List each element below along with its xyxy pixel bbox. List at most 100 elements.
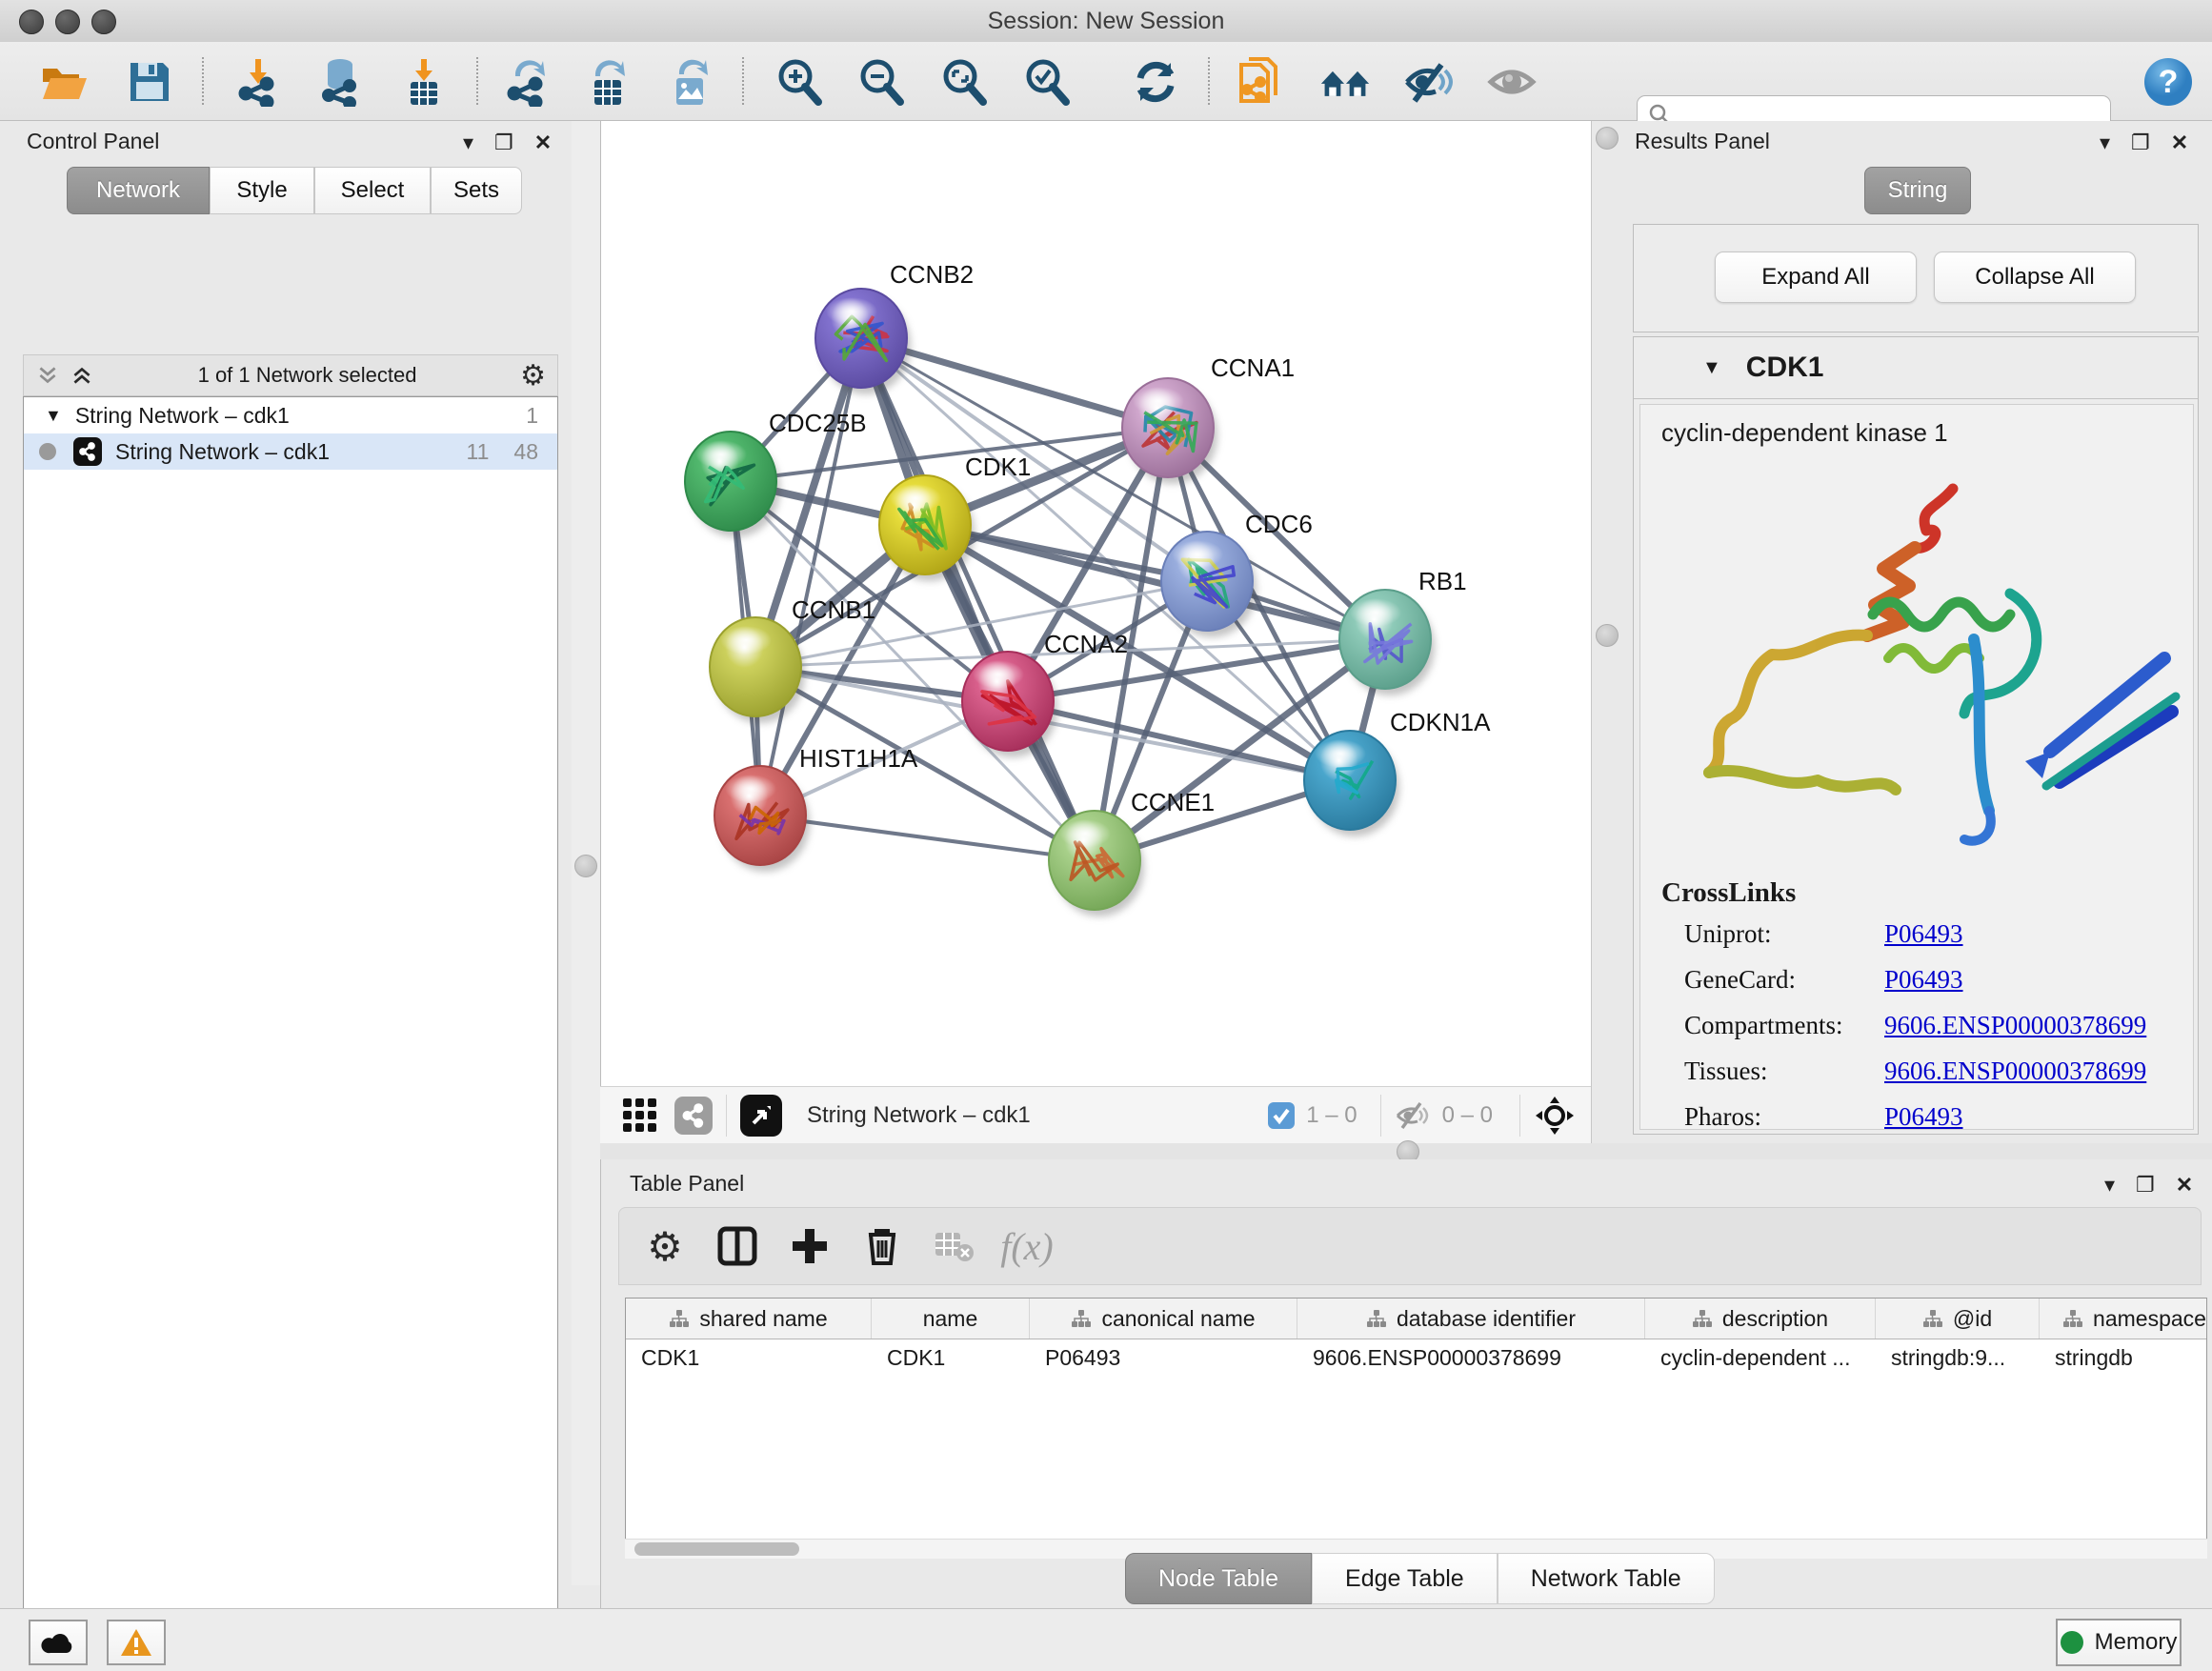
hide-selected-icon[interactable] — [1402, 56, 1454, 108]
selected-checkbox-icon[interactable] — [1266, 1100, 1297, 1131]
protein-structure-image — [1650, 472, 2183, 853]
panel-menu-icon[interactable]: ▾ — [2104, 1175, 2115, 1196]
close-panel-icon[interactable]: ✕ — [2171, 132, 2188, 153]
home-icon[interactable] — [1319, 56, 1371, 108]
zoom-fit-icon[interactable] — [938, 56, 990, 108]
toolbar-separator — [1208, 57, 1210, 105]
close-panel-icon[interactable]: ✕ — [2176, 1175, 2193, 1196]
refresh-icon[interactable] — [1130, 56, 1181, 108]
show-columns-icon[interactable] — [711, 1219, 764, 1273]
hidden-eye-icon[interactable] — [1395, 1100, 1429, 1131]
crosslink-link[interactable]: 9606.ENSP00000378699 — [1884, 1057, 2146, 1086]
warning-icon — [120, 1628, 152, 1657]
crosslink-link[interactable]: P06493 — [1884, 965, 1963, 995]
network-canvas[interactable]: CCNB2CCNA1CDC25BCDK1CDC6RB1CCNB1CCNA2CDK… — [600, 121, 1592, 1086]
grid-view-icon[interactable] — [621, 1097, 659, 1135]
birdseye-view-icon[interactable] — [740, 1095, 782, 1137]
tab-network-table[interactable]: Network Table — [1498, 1553, 1715, 1604]
close-panel-icon[interactable]: ✕ — [534, 132, 552, 153]
gene-description: cyclin-dependent kinase 1 — [1661, 418, 2193, 448]
network-node-CDK1[interactable]: CDK1 — [879, 453, 1031, 581]
column-header-@id[interactable]: @id — [1876, 1299, 2040, 1339]
node-label-CCNA1: CCNA1 — [1211, 353, 1295, 382]
open-session-icon[interactable] — [38, 56, 90, 108]
splitter-handle[interactable] — [1596, 624, 1619, 647]
crosslink-row: Tissues:9606.ENSP00000378699 — [1684, 1057, 2180, 1086]
network-node-CCNE1[interactable]: CCNE1 — [1049, 788, 1215, 916]
add-column-icon[interactable] — [783, 1219, 836, 1273]
panel-menu-icon[interactable]: ▾ — [463, 132, 473, 153]
gene-section-header[interactable]: ▼ CDK1 — [1634, 337, 2198, 399]
crosslink-label: Uniprot: — [1684, 919, 1884, 949]
crosslink-link[interactable]: 9606.ENSP00000378699 — [1884, 1011, 2146, 1040]
network-row[interactable]: String Network – cdk1 11 48 — [24, 433, 557, 470]
zoom-in-icon[interactable] — [774, 56, 825, 108]
collapse-arrow-icon[interactable]: ▼ — [45, 406, 62, 426]
export-table-icon[interactable] — [582, 56, 633, 108]
export-image-icon[interactable] — [664, 56, 715, 108]
splitter-handle[interactable] — [1596, 127, 1619, 150]
import-network-database-icon[interactable] — [314, 56, 366, 108]
export-network-icon[interactable] — [502, 56, 553, 108]
column-header-shared-name[interactable]: shared name — [626, 1299, 872, 1339]
tab-network[interactable]: Network — [67, 167, 210, 214]
tab-sets[interactable]: Sets — [431, 167, 522, 214]
gene-details: cyclin-dependent kinase 1 — [1639, 404, 2194, 1130]
delete-column-icon[interactable] — [855, 1219, 909, 1273]
expand-all-button[interactable]: Expand All — [1715, 252, 1917, 303]
crosslink-link[interactable]: P06493 — [1884, 919, 1963, 949]
splitter-handle[interactable] — [574, 855, 597, 877]
crosslink-label: Compartments: — [1684, 1011, 1884, 1040]
tab-edge-table[interactable]: Edge Table — [1312, 1553, 1498, 1604]
column-header-description[interactable]: description — [1645, 1299, 1876, 1339]
tab-select[interactable]: Select — [314, 167, 431, 214]
network-collection-row[interactable]: ▼ String Network – cdk1 1 — [24, 397, 557, 433]
panel-menu-icon[interactable]: ▾ — [2100, 132, 2110, 153]
network-node-CCNB2[interactable]: CCNB2 — [815, 260, 974, 394]
zoom-out-icon[interactable] — [855, 56, 907, 108]
cloud-button[interactable] — [29, 1620, 88, 1665]
network-node-CCNA1[interactable]: CCNA1 — [1122, 353, 1295, 484]
table-header-row[interactable]: shared namenamecanonical namedatabase id… — [626, 1299, 2206, 1339]
crosslink-label: Tissues: — [1684, 1057, 1884, 1086]
column-header-namespace[interactable]: namespace — [2040, 1299, 2207, 1339]
string-import-icon[interactable] — [1235, 56, 1286, 108]
gear-icon[interactable]: ⚙ — [520, 359, 546, 393]
collapse-arrow-icon[interactable]: ▼ — [1702, 357, 1721, 379]
tab-node-table[interactable]: Node Table — [1125, 1553, 1312, 1604]
memory-button[interactable]: Memory — [2056, 1619, 2182, 1666]
zoom-selected-icon[interactable] — [1021, 56, 1073, 108]
left-splitter[interactable] — [572, 121, 600, 1585]
import-network-file-icon[interactable] — [233, 56, 285, 108]
column-header-name[interactable]: name — [872, 1299, 1030, 1339]
import-table-icon[interactable] — [398, 56, 450, 108]
tab-style[interactable]: Style — [210, 167, 314, 214]
help-button[interactable]: ? — [2142, 56, 2194, 108]
float-panel-icon[interactable]: ❐ — [2131, 132, 2150, 153]
network-node-HIST1H1A[interactable]: HIST1H1A — [714, 744, 918, 872]
expand-all-icon[interactable] — [70, 363, 94, 388]
status-bar: Memory — [0, 1608, 2212, 1671]
fit-selected-crosshair-icon[interactable] — [1534, 1095, 1576, 1137]
tab-string[interactable]: String — [1864, 167, 1971, 214]
memory-status-dot-icon — [2061, 1631, 2083, 1654]
control-panel-tabs: Network Style Select Sets — [67, 167, 522, 214]
network-node-CDKN1A[interactable]: CDKN1A — [1304, 708, 1491, 836]
warnings-button[interactable] — [107, 1620, 166, 1665]
network-node-RB1[interactable]: RB1 — [1339, 567, 1467, 695]
column-header-canonical-name[interactable]: canonical name — [1030, 1299, 1297, 1339]
table-row[interactable]: CDK1CDK1P064939606.ENSP00000378699cyclin… — [626, 1339, 2206, 1376]
show-eye-icon[interactable] — [1486, 56, 1538, 108]
save-session-icon[interactable] — [124, 56, 175, 108]
crosslink-link[interactable]: P06493 — [1884, 1102, 1963, 1132]
hscrollbar-thumb[interactable] — [634, 1542, 799, 1556]
column-header-database-identifier[interactable]: database identifier — [1297, 1299, 1645, 1339]
collapse-all-icon[interactable] — [35, 363, 60, 388]
right-splitter[interactable] — [1591, 121, 1623, 1143]
collapse-all-button[interactable]: Collapse All — [1934, 252, 2136, 303]
network-share-icon[interactable] — [674, 1097, 713, 1135]
float-panel-icon[interactable]: ❐ — [494, 132, 513, 153]
table-settings-gear-icon[interactable]: ⚙ — [638, 1219, 692, 1273]
node-label-CDKN1A: CDKN1A — [1390, 708, 1491, 736]
float-panel-icon[interactable]: ❐ — [2136, 1175, 2155, 1196]
